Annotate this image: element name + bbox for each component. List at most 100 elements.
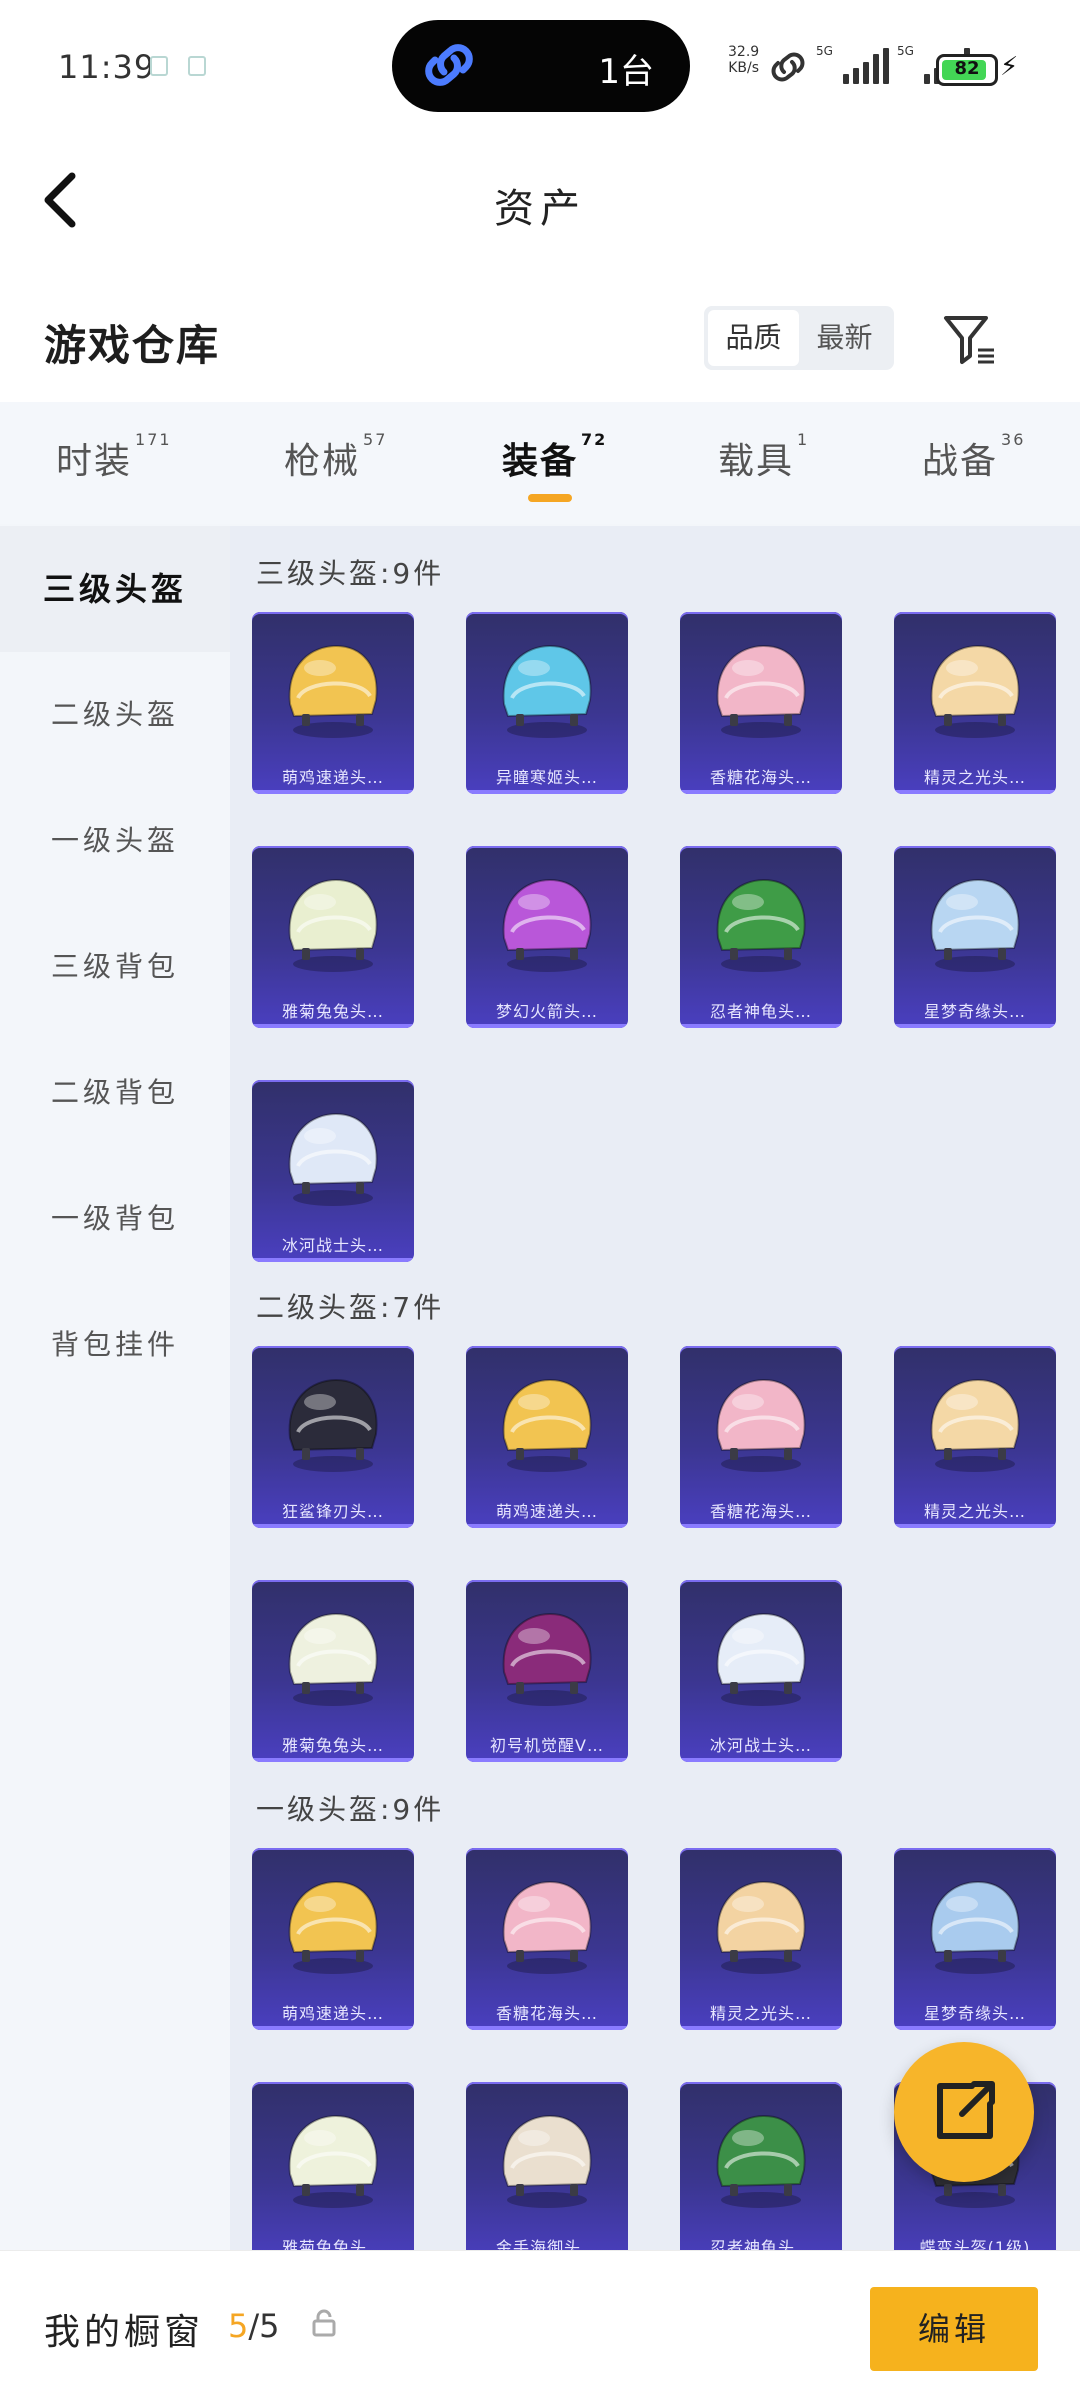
helmet-icon — [716, 1378, 806, 1472]
item-card-label: 异瞳寒姬头… — [495, 768, 598, 787]
item-card-label: 香糖花海头… — [709, 768, 812, 787]
item-card[interactable]: 萌鸡速递头… — [252, 612, 414, 794]
side-item-level1-backpack[interactable]: 一级背包 — [0, 1156, 230, 1282]
category-tabs: 时装171 枪械57 装备72 载具1 战备36 — [0, 402, 1080, 524]
item-card-label: 狂鲨锋刃头… — [281, 1502, 384, 1521]
item-card-label: 冰河战士头… — [709, 1736, 812, 1755]
header: 资产 — [0, 130, 1080, 270]
side-item-level3-backpack[interactable]: 三级背包 — [0, 904, 230, 1030]
item-card[interactable]: 初号机觉醒V… — [466, 1580, 628, 1762]
item-card[interactable]: 香糖花海头… — [680, 1346, 842, 1528]
side-item-backpack-charm[interactable]: 背包挂件 — [0, 1282, 230, 1408]
page-title: 资产 — [494, 186, 586, 232]
signal-icon — [842, 44, 889, 84]
edit-button[interactable]: 编辑 — [870, 2287, 1038, 2371]
item-card[interactable]: 冰河战士头… — [680, 1580, 842, 1762]
helmet-icon — [930, 1880, 1020, 1974]
share-button[interactable] — [894, 2042, 1034, 2182]
side-item-level2-backpack[interactable]: 二级背包 — [0, 1030, 230, 1156]
sort-by-newest[interactable]: 最新 — [799, 310, 890, 366]
helmet-icon — [502, 644, 592, 738]
helmet-icon — [716, 1612, 806, 1706]
showcase-count: 5/5 — [228, 2307, 280, 2345]
helmet-icon — [288, 878, 378, 972]
item-card[interactable]: 萌鸡速递头… — [466, 1346, 628, 1528]
net-speed: 32.9 KB/s — [728, 44, 760, 76]
tab-fashion[interactable]: 时装171 — [56, 430, 172, 484]
warehouse-bar: 游戏仓库 品质 最新 — [0, 270, 1080, 402]
lock-icon[interactable] — [312, 2309, 336, 2337]
helmet-icon — [716, 2114, 806, 2208]
notification-icon — [150, 56, 168, 76]
active-tab-indicator — [528, 494, 572, 502]
item-card[interactable]: 狂鲨锋刃头… — [252, 1346, 414, 1528]
helmet-icon — [930, 878, 1020, 972]
item-card[interactable]: 精灵之光头… — [894, 612, 1056, 794]
side-item-level1-helmet[interactable]: 一级头盔 — [0, 778, 230, 904]
item-card[interactable]: 异瞳寒姬头… — [466, 612, 628, 794]
helmet-icon — [288, 1612, 378, 1706]
item-card[interactable]: 星梦奇缘头… — [894, 846, 1056, 1028]
battery-icon: 82 — [936, 54, 998, 86]
item-card-label: 萌鸡速递头… — [495, 1502, 598, 1521]
item-card-label: 忍者神龟头… — [709, 1002, 812, 1021]
item-card-label: 初号机觉醒V… — [490, 1736, 604, 1755]
helmet-icon — [930, 644, 1020, 738]
showcase-label: 我的橱窗 — [44, 2312, 205, 2353]
item-card[interactable]: 香糖花海头… — [466, 1848, 628, 2030]
status-time: 11:39 — [58, 48, 156, 86]
item-card[interactable]: 梦幻火箭头… — [466, 846, 628, 1028]
item-card[interactable]: 萌鸡速递头… — [252, 1848, 414, 2030]
showcase-bar: 我的橱窗 5/5 编辑 — [0, 2250, 1080, 2401]
item-card-label: 精灵之光头… — [923, 768, 1026, 787]
message-icon — [188, 56, 206, 76]
item-card-label: 萌鸡速递头… — [281, 2004, 384, 2023]
item-card[interactable]: 雅菊兔兔头… — [252, 2082, 414, 2250]
filter-icon[interactable] — [942, 312, 998, 368]
item-card[interactable]: 雅菊兔兔头… — [252, 846, 414, 1028]
item-card[interactable]: 精灵之光头… — [894, 1346, 1056, 1528]
device-count: 1台 — [598, 52, 654, 92]
item-card[interactable]: 香糖花海头… — [680, 612, 842, 794]
item-card[interactable]: 雅菊兔兔头… — [252, 1580, 414, 1762]
item-card-label: 精灵之光头… — [709, 2004, 812, 2023]
link-icon — [425, 44, 473, 86]
sort-by-quality[interactable]: 品质 — [708, 310, 799, 366]
item-card-label: 萌鸡速递头… — [281, 768, 384, 787]
side-item-level2-helmet[interactable]: 二级头盔 — [0, 652, 230, 778]
item-card[interactable]: 冰河战士头… — [252, 1080, 414, 1262]
item-card[interactable]: 精灵之光头… — [680, 1848, 842, 2030]
helmet-icon — [930, 1378, 1020, 1472]
helmet-icon — [502, 1378, 592, 1472]
item-card[interactable]: 金手海御头… — [466, 2082, 628, 2250]
tab-supplies[interactable]: 战备36 — [922, 430, 1025, 484]
item-card[interactable]: 忍者神龟头… — [680, 2082, 842, 2250]
helmet-icon — [288, 2114, 378, 2208]
item-card-label: 金手海御头… — [495, 2238, 598, 2250]
helmet-icon — [716, 644, 806, 738]
helmet-icon — [288, 1880, 378, 1974]
item-card[interactable]: 星梦奇缘头… — [894, 1848, 1056, 2030]
helmet-icon — [288, 1378, 378, 1472]
dynamic-island[interactable]: 1台 — [392, 20, 690, 112]
section-title: 三级头盔:9件 — [256, 557, 445, 590]
item-card-label: 雅菊兔兔头… — [281, 1736, 384, 1755]
side-nav: 三级头盔 二级头盔 一级头盔 三级背包 二级背包 一级背包 背包挂件 — [0, 526, 230, 2250]
helmet-icon — [502, 1880, 592, 1974]
tab-equipment[interactable]: 装备72 — [502, 430, 607, 484]
hotspot-icon — [771, 52, 805, 82]
item-card-label: 星梦奇缘头… — [923, 1002, 1026, 1021]
sort-toggle: 品质 最新 — [704, 306, 894, 370]
warehouse-title: 游戏仓库 — [44, 321, 221, 370]
tab-vehicles[interactable]: 载具1 — [718, 430, 809, 484]
item-card[interactable]: 忍者神龟头… — [680, 846, 842, 1028]
item-card-label: 雅菊兔兔头… — [281, 2238, 384, 2250]
helmet-icon — [502, 1612, 592, 1706]
item-card-label: 星梦奇缘头… — [923, 2004, 1026, 2023]
side-item-level3-helmet[interactable]: 三级头盔 — [0, 526, 230, 652]
tab-weapons[interactable]: 枪械57 — [284, 430, 387, 484]
helmet-icon — [716, 1880, 806, 1974]
section-title: 二级头盔:7件 — [256, 1291, 445, 1324]
helmet-icon — [288, 644, 378, 738]
helmet-icon — [502, 2114, 592, 2208]
